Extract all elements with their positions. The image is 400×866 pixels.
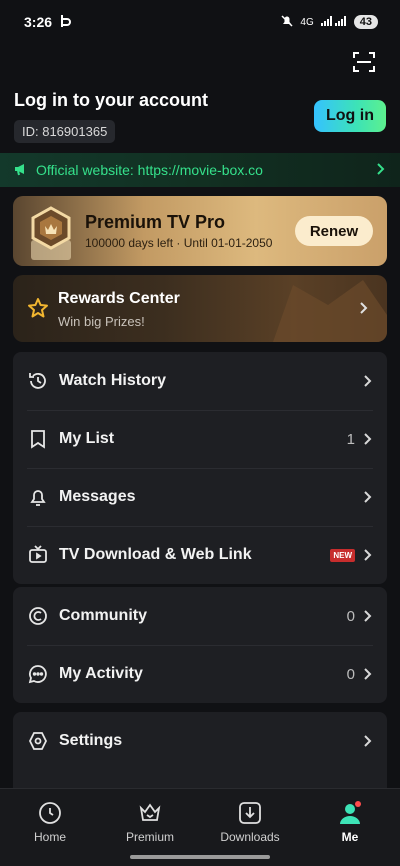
login-button[interactable]: Log in — [314, 100, 386, 132]
menu-item-tv-download[interactable]: TV Download & Web Link NEW — [13, 526, 387, 584]
account-title: Log in to your account — [14, 90, 208, 110]
chevron-right-icon — [363, 374, 373, 388]
premium-subtitle: 100000 days left · Until 01-01-2050 — [85, 236, 273, 250]
menu-item-label: My Activity — [59, 665, 143, 682]
new-badge: NEW — [330, 548, 355, 562]
menu-item-label: Community — [59, 607, 147, 624]
menu-item-label: Watch History — [59, 372, 166, 389]
nav-me[interactable]: Me — [300, 789, 400, 866]
user-id-chip[interactable]: ID: 816901365 — [14, 120, 116, 143]
star-icon — [27, 297, 49, 319]
bell-icon — [27, 486, 49, 508]
community-icon — [27, 605, 49, 627]
status-bar: 3:26 4G 43 — [0, 0, 400, 44]
menu-group-settings: Settings — [13, 712, 387, 792]
rewards-center-card[interactable]: Rewards Center Win big Prizes! — [13, 275, 387, 342]
home-indicator[interactable] — [130, 855, 270, 859]
home-icon — [38, 801, 62, 825]
premium-badge-icon — [27, 204, 81, 262]
gear-icon — [27, 730, 49, 752]
chevron-right-icon — [363, 432, 373, 446]
status-time: 3:26 — [24, 14, 53, 30]
premium-title: Premium TV Pro — [85, 212, 226, 232]
official-website-banner[interactable]: Official website: https://movie-box.co — [0, 153, 400, 187]
my-activity-count: 0 — [346, 665, 355, 683]
nav-label: Downloads — [220, 830, 280, 844]
chevron-right-icon — [363, 609, 373, 623]
chevron-right-icon — [363, 548, 373, 562]
menu-item-watch-history[interactable]: Watch History — [13, 352, 387, 410]
menu-group-social: Community 0 My Activity 0 — [13, 587, 387, 703]
nav-label: Me — [341, 830, 359, 844]
signal-icon — [320, 15, 348, 30]
app-notification-icon — [60, 14, 72, 31]
bookmark-icon — [27, 428, 49, 450]
download-icon — [238, 801, 262, 825]
profile-icon — [338, 801, 362, 825]
rewards-subtitle: Win big Prizes! — [58, 314, 145, 329]
menu-item-my-list[interactable]: My List 1 — [13, 410, 387, 468]
premium-card[interactable]: Premium TV Pro 100000 days left · Until … — [13, 196, 387, 266]
network-label: 4G — [300, 16, 314, 28]
official-website-text: Official website: https://movie-box.co — [36, 162, 263, 178]
chat-bubble-icon — [27, 663, 49, 685]
crown-icon — [138, 801, 162, 825]
nav-label: Premium — [125, 830, 174, 844]
menu-item-messages[interactable]: Messages — [13, 468, 387, 526]
account-section: Log in to your account ID: 816901365 — [14, 90, 208, 143]
community-count: 0 — [346, 607, 355, 625]
menu-group-main: Watch History My List 1 Messages TV Down… — [13, 352, 387, 584]
menu-item-my-activity[interactable]: My Activity 0 — [13, 645, 387, 703]
tv-icon — [27, 544, 49, 566]
my-list-count: 1 — [346, 430, 355, 448]
chevron-right-icon — [363, 734, 373, 748]
mute-icon — [280, 14, 294, 31]
menu-item-settings[interactable]: Settings — [13, 712, 387, 770]
renew-button[interactable]: Renew — [295, 216, 373, 246]
nav-label: Home — [33, 830, 66, 844]
chevron-right-icon — [363, 490, 373, 504]
rewards-title: Rewards Center — [58, 290, 180, 307]
menu-item-label: Settings — [59, 732, 123, 749]
megaphone-icon — [14, 162, 28, 179]
menu-item-label: TV Download & Web Link — [59, 546, 252, 563]
battery-indicator: 43 — [353, 15, 378, 29]
menu-item-community[interactable]: Community 0 — [13, 587, 387, 645]
chevron-right-icon — [376, 162, 386, 179]
scan-icon[interactable] — [352, 50, 376, 74]
history-icon — [27, 370, 49, 392]
chevron-right-icon — [359, 301, 369, 315]
chevron-right-icon — [363, 667, 373, 681]
menu-item-label: My List — [59, 430, 115, 447]
menu-item-label: Messages — [59, 488, 136, 505]
nav-home[interactable]: Home — [0, 789, 100, 866]
